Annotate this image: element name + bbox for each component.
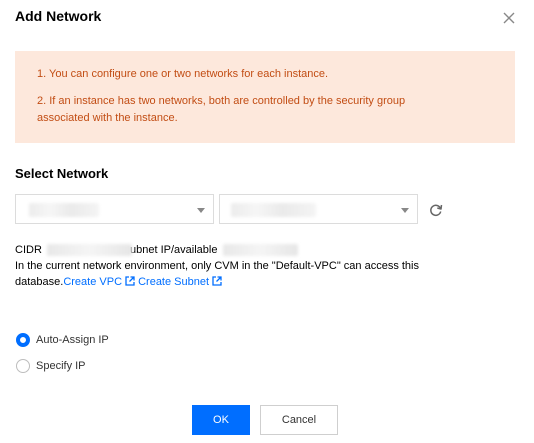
external-link-icon[interactable] xyxy=(125,275,135,291)
refresh-icon[interactable] xyxy=(428,202,444,218)
radio-checked-icon[interactable] xyxy=(16,333,30,347)
section-title-select-network: Select Network xyxy=(15,166,109,181)
cidr-suffix: ubnet IP/available xyxy=(130,244,218,256)
database-line: database.Create VPC Create Subnet xyxy=(15,274,485,291)
environment-note: In the current network environment, only… xyxy=(15,260,419,272)
external-link-icon[interactable] xyxy=(212,275,222,291)
chevron-down-icon xyxy=(401,208,409,213)
notice-line-1: 1. You can configure one or two networks… xyxy=(37,68,329,80)
cidr-value-redacted xyxy=(46,244,132,257)
create-subnet-link[interactable]: Create Subnet xyxy=(138,276,209,288)
create-vpc-link[interactable]: Create VPC xyxy=(63,276,122,288)
radio-unchecked-icon[interactable] xyxy=(16,359,30,373)
database-text: database. xyxy=(15,276,64,288)
radio-specify-ip[interactable]: Specify IP xyxy=(16,359,86,373)
dialog-title: Add Network xyxy=(15,8,102,24)
notice-line-3: associated with the instance. xyxy=(37,112,178,124)
available-ip-redacted xyxy=(222,244,298,257)
chevron-down-icon xyxy=(197,208,205,213)
close-icon[interactable] xyxy=(500,9,518,27)
cancel-button[interactable]: Cancel xyxy=(260,405,338,435)
add-network-dialog: Add Network 1. You can configure one or … xyxy=(0,0,534,443)
radio-auto-assign-ip[interactable]: Auto-Assign IP xyxy=(16,333,109,347)
cidr-prefix: CIDR xyxy=(15,244,42,256)
vpc-select[interactable] xyxy=(15,194,214,224)
notice-line-2: 2. If an instance has two networks, both… xyxy=(37,95,406,107)
ok-button[interactable]: OK xyxy=(192,405,250,435)
vpc-select-value xyxy=(29,203,99,217)
auto-assign-ip-label: Auto-Assign IP xyxy=(36,334,109,346)
notice-box: 1. You can configure one or two networks… xyxy=(15,51,515,143)
cidr-line: CIDR ubnet IP/available xyxy=(15,242,485,258)
network-info: CIDR ubnet IP/available In the current n… xyxy=(15,242,485,291)
specify-ip-label: Specify IP xyxy=(36,360,86,372)
subnet-select-value xyxy=(231,203,316,217)
subnet-select[interactable] xyxy=(219,194,418,224)
